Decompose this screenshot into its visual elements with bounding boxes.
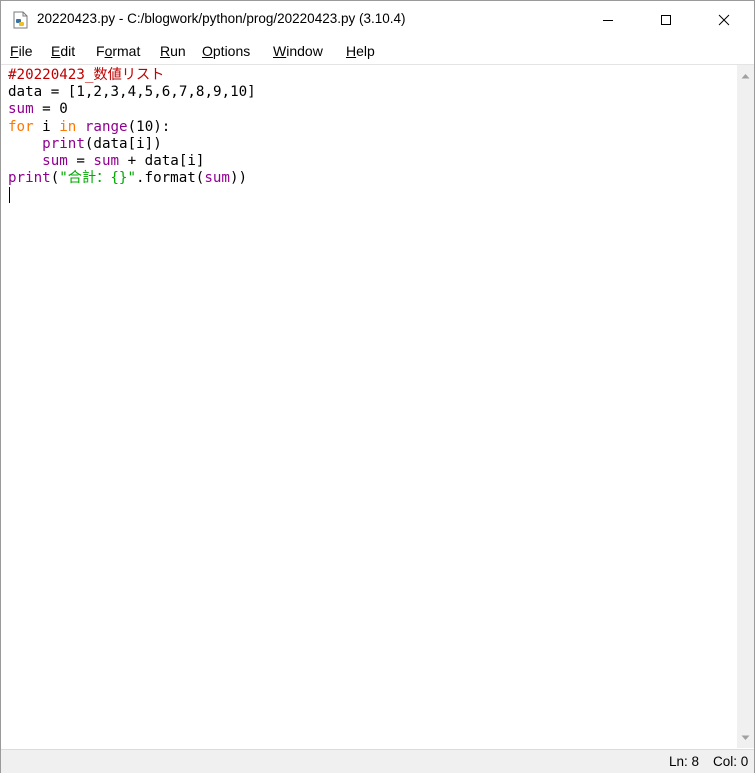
menu-run-label: un	[170, 43, 186, 59]
menu-format-label: rmat	[112, 43, 141, 59]
menu-bar: File Edit Format Run Options Window Help	[1, 39, 754, 65]
menu-format-prefix: F	[96, 43, 105, 59]
code-line-7-close: ))	[229, 170, 248, 187]
code-line-7-sum: sum	[204, 170, 230, 187]
window-title: 20220423.py - C:/blogwork/python/prog/20…	[37, 11, 406, 26]
python-file-icon	[12, 11, 29, 29]
code-line-4-i: i	[33, 118, 60, 135]
menu-file[interactable]: File	[10, 43, 33, 59]
status-line: Ln: 8	[669, 754, 700, 769]
menu-help[interactable]: Help	[346, 43, 375, 59]
title-bar[interactable]: 20220423.py - C:/blogwork/python/prog/20…	[1, 1, 754, 39]
menu-edit-accel: E	[51, 43, 61, 59]
code-line-4-for: for	[8, 118, 34, 135]
code-line-6-rest: + data[i]	[119, 153, 205, 170]
code-line-6-sum2: sum	[93, 153, 120, 170]
code-line-5-rest: (data[i])	[84, 135, 162, 152]
vertical-scrollbar[interactable]	[737, 65, 754, 748]
scroll-up-button[interactable]	[737, 67, 754, 84]
menu-window-label: indow	[286, 43, 323, 59]
code-line-4-in: in	[59, 118, 77, 135]
menu-run[interactable]: Run	[160, 43, 186, 59]
code-line-7-print: print	[8, 170, 51, 187]
minimize-button[interactable]	[585, 1, 631, 39]
menu-edit[interactable]: Edit	[51, 43, 75, 59]
code-line-6-sum1: sum	[42, 153, 68, 170]
menu-options[interactable]: Options	[202, 43, 250, 59]
code-line-5-indent	[8, 136, 42, 152]
menu-run-accel: R	[160, 43, 171, 59]
maximize-icon	[661, 15, 671, 25]
text-cursor	[9, 187, 10, 203]
code-line-4-range: range	[84, 118, 128, 135]
code-line-7-format: .format(	[136, 170, 205, 187]
menu-window-accel: W	[273, 43, 287, 59]
code-line-4-sp	[76, 119, 85, 135]
code-line-4-rest: (10):	[127, 118, 171, 135]
menu-help-accel: H	[346, 43, 357, 59]
code-line-2: data = [1,2,3,4,5,6,7,8,9,10]	[8, 84, 256, 101]
menu-format[interactable]: Format	[96, 43, 140, 59]
minimize-icon	[603, 20, 613, 21]
close-icon	[718, 14, 730, 26]
code-line-6-indent	[8, 153, 42, 169]
code-line-7-paren: (	[50, 170, 60, 187]
chevron-up-icon	[741, 73, 750, 78]
menu-help-label: elp	[356, 43, 375, 59]
maximize-button[interactable]	[643, 1, 689, 39]
code-line-1-comment: #20220423_数値リスト	[8, 67, 165, 83]
code-text[interactable]: #20220423_数値リスト data = [1,2,3,4,5,6,7,8,…	[8, 67, 256, 187]
code-editor[interactable]: #20220423_数値リスト data = [1,2,3,4,5,6,7,8,…	[2, 65, 736, 748]
code-line-5-print: print	[42, 135, 85, 152]
menu-options-label: ptions	[212, 43, 251, 59]
close-button[interactable]	[701, 1, 747, 39]
code-line-3-var: sum	[8, 101, 34, 118]
menu-options-accel: O	[202, 43, 213, 59]
status-column: Col: 0	[713, 754, 749, 769]
scroll-down-button[interactable]	[737, 729, 754, 746]
menu-file-accel: F	[10, 43, 19, 59]
menu-file-label: ile	[18, 43, 33, 59]
menu-edit-label: dit	[60, 43, 76, 59]
chevron-down-icon	[741, 735, 750, 740]
menu-window[interactable]: Window	[273, 43, 323, 59]
status-bar: Ln: 8 Col: 0	[1, 749, 754, 773]
idle-editor-window: 20220423.py - C:/blogwork/python/prog/20…	[0, 0, 755, 773]
code-line-7-string: "合計：{}"	[59, 170, 136, 187]
code-line-6-eq: =	[67, 153, 94, 170]
code-line-3-rest: = 0	[33, 101, 68, 118]
